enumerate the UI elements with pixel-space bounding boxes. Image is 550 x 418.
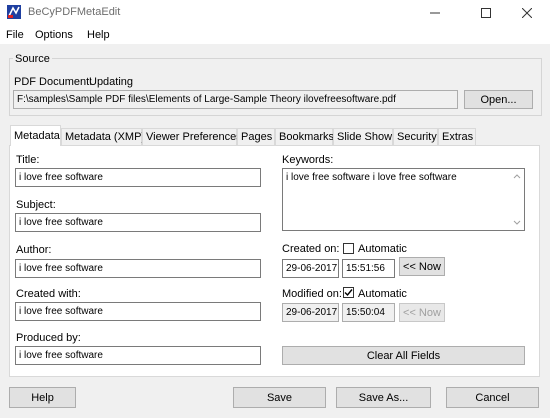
tab-metadata[interactable]: Metadata bbox=[10, 125, 61, 146]
created-with-label: Created with: bbox=[16, 288, 81, 300]
minimize-icon[interactable] bbox=[412, 0, 458, 26]
open-button[interactable]: Open... bbox=[464, 90, 533, 109]
keywords-text: i love free software i love free softwar… bbox=[286, 172, 457, 183]
title-field[interactable]: i love free software bbox=[15, 168, 261, 187]
window-title: BeCyPDFMetaEdit bbox=[28, 6, 121, 18]
subject-label: Subject: bbox=[16, 199, 56, 211]
keywords-field[interactable]: i love free software i love free softwar… bbox=[282, 168, 525, 231]
tab-viewer-preferences[interactable]: Viewer Preferences bbox=[142, 128, 242, 145]
created-automatic-checkbox[interactable] bbox=[343, 243, 354, 254]
close-icon[interactable] bbox=[504, 0, 550, 26]
menu-bar bbox=[0, 26, 550, 44]
source-legend: Source bbox=[13, 53, 52, 65]
modified-now-button[interactable]: << Now bbox=[399, 303, 445, 322]
checkmark-icon bbox=[344, 289, 353, 297]
modified-automatic-label: Automatic bbox=[358, 288, 407, 300]
modified-on-label: Modified on: bbox=[282, 288, 342, 300]
produced-by-label: Produced by: bbox=[16, 332, 81, 344]
keywords-scrollbar[interactable] bbox=[510, 169, 524, 230]
menu-options[interactable]: Options bbox=[35, 29, 73, 41]
clear-all-fields-button[interactable]: Clear All Fields bbox=[282, 346, 525, 365]
keywords-label: Keywords: bbox=[282, 154, 334, 166]
author-field[interactable]: i love free software bbox=[15, 259, 261, 278]
tab-pages[interactable]: Pages bbox=[237, 128, 275, 145]
app-icon bbox=[7, 5, 21, 19]
save-button[interactable]: Save bbox=[233, 387, 326, 408]
author-label: Author: bbox=[16, 244, 52, 256]
tab-slide-show[interactable]: Slide Show bbox=[333, 128, 393, 145]
tab-security[interactable]: Security bbox=[393, 128, 438, 145]
created-now-button[interactable]: << Now bbox=[399, 257, 445, 276]
pdf-path-field[interactable]: F:\samples\Sample PDF files\Elements of … bbox=[13, 90, 458, 109]
tab-metadata-xmp[interactable]: Metadata (XMP) bbox=[61, 128, 145, 145]
tab-bookmarks[interactable]: Bookmarks bbox=[275, 128, 334, 145]
produced-by-field[interactable]: i love free software bbox=[15, 346, 261, 365]
cancel-button[interactable]: Cancel bbox=[446, 387, 539, 408]
pdf-status: Updating bbox=[89, 76, 134, 88]
title-label: Title: bbox=[16, 154, 40, 166]
created-time-field[interactable]: 15:51:56 bbox=[342, 259, 395, 278]
created-date-field[interactable]: 29-06-2017 bbox=[282, 259, 339, 278]
modified-time-field[interactable]: 15:50:04 bbox=[342, 303, 395, 322]
created-on-label: Created on: bbox=[282, 243, 340, 255]
menu-file[interactable]: File bbox=[6, 29, 24, 41]
help-button[interactable]: Help bbox=[9, 387, 76, 408]
menu-help[interactable]: Help bbox=[87, 29, 110, 41]
maximize-icon[interactable] bbox=[463, 0, 509, 26]
save-as-button[interactable]: Save As... bbox=[336, 387, 431, 408]
tab-extras[interactable]: Extras bbox=[438, 128, 476, 145]
modified-date-field[interactable]: 29-06-2017 bbox=[282, 303, 339, 322]
subject-field[interactable]: i love free software bbox=[15, 213, 261, 232]
modified-automatic-checkbox[interactable] bbox=[343, 287, 354, 298]
created-automatic-label: Automatic bbox=[358, 243, 407, 255]
created-with-field[interactable]: i love free software bbox=[15, 302, 261, 321]
pdf-document-label: PDF Document: bbox=[14, 76, 93, 88]
